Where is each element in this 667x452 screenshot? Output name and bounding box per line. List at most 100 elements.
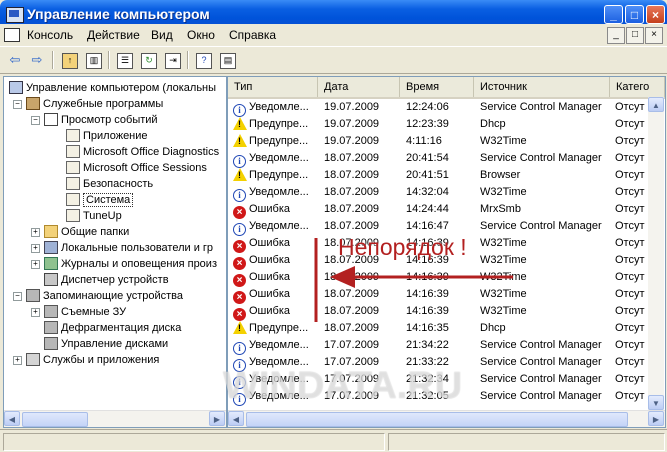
tree-item-mso-sessions[interactable]: Microsoft Office Sessions xyxy=(66,160,207,176)
menu-bar: Консоль Действие Вид Окно Справка _ □ × xyxy=(0,24,667,46)
mdi-restore-button[interactable]: □ xyxy=(626,27,644,44)
cell-type-label: Предупре... xyxy=(249,135,309,147)
cell-type-label: Предупре... xyxy=(249,118,309,130)
table-row[interactable]: ! Предупре... 19.07.2009 12:23:39 Dhcp Отсут xyxy=(228,116,648,133)
tree-item-mso-diagnostics[interactable]: Microsoft Office Diagnostics xyxy=(66,144,219,160)
tree-item-application[interactable]: Приложение xyxy=(66,128,148,144)
tree-item-security[interactable]: Безопасность xyxy=(66,176,153,192)
help-topics-icon[interactable]: ▤ xyxy=(220,53,236,69)
tree-item-defrag[interactable]: Дефрагментация диска xyxy=(44,320,181,336)
scroll-thumb[interactable] xyxy=(246,412,628,427)
toolbar: ⇦ ⇨ ↑ ▥ ☰ ↻ ⇥ ? ▤ xyxy=(0,46,667,74)
table-row[interactable]: × Ошибка 18.07.2009 14:16:39 W32Time Отсут xyxy=(228,286,648,304)
cell-category: Отсут xyxy=(615,271,645,283)
tree-item-removable[interactable]: Съемные ЗУ xyxy=(44,304,126,320)
cell-date: 18.07.2009 xyxy=(324,271,380,283)
tree-item-device-manager[interactable]: Диспетчер устройств xyxy=(44,272,169,288)
tree-item-storage[interactable]: Запоминающие устройства xyxy=(26,288,183,304)
maximize-button[interactable]: □ xyxy=(625,5,644,24)
table-row[interactable]: ! Предупре... 18.07.2009 14:16:35 Dhcp Отсут xyxy=(228,320,648,337)
cell-time: 20:41:54 xyxy=(406,152,449,164)
cell-type-label: Уведомле... xyxy=(249,339,309,351)
log-icon xyxy=(66,161,80,174)
table-row[interactable]: i Уведомле... 18.07.2009 14:32:04 W32Time Отс… xyxy=(228,184,648,202)
menu-action[interactable]: Действие xyxy=(87,28,140,42)
cell-time: 21:34:22 xyxy=(406,339,449,351)
mdi-close-button[interactable]: × xyxy=(645,27,663,44)
tree-item-disk-management[interactable]: Управление дисками xyxy=(44,336,168,352)
tree-item-service-tools[interactable]: Служебные программы xyxy=(26,96,163,112)
cell-source: MrxSmb xyxy=(480,203,521,215)
column-type[interactable]: Тип xyxy=(228,77,318,97)
tree-item-tuneup[interactable]: TuneUp xyxy=(66,208,122,224)
scroll-right-icon[interactable]: ▶ xyxy=(209,411,225,426)
column-time[interactable]: Время xyxy=(400,77,474,97)
column-date[interactable]: Дата xyxy=(318,77,400,97)
shared-folder-icon xyxy=(44,225,58,238)
show-hide-tree-icon[interactable]: ▥ xyxy=(86,53,102,69)
expand-icon[interactable]: + xyxy=(13,356,22,365)
warning-icon: ! xyxy=(233,134,247,147)
window-title: Управление компьютером xyxy=(27,6,210,22)
tree-root[interactable]: Управление компьютером (локальны xyxy=(9,80,216,96)
table-row[interactable]: i Уведомле... 19.07.2009 12:24:06 Service Co… xyxy=(228,99,648,117)
table-row[interactable]: i Уведомле... 18.07.2009 14:16:47 Service Co… xyxy=(228,218,648,236)
annotation-text: Непорядок ! xyxy=(338,234,467,260)
cell-date: 19.07.2009 xyxy=(324,101,380,113)
table-row[interactable]: ! Предупре... 18.07.2009 20:41:51 Browser Отс… xyxy=(228,167,648,184)
help-icon[interactable]: ? xyxy=(196,53,212,69)
tree-item-event-viewer[interactable]: Просмотр событий xyxy=(44,112,158,128)
table-row[interactable]: ! Предупре... 19.07.2009 4:11:16 W32Time Отсу… xyxy=(228,133,648,150)
properties-icon[interactable]: ☰ xyxy=(117,53,133,69)
table-row[interactable]: × Ошибка 18.07.2009 14:24:44 MrxSmb Отсут xyxy=(228,201,648,219)
tree-item-perf-logs[interactable]: Журналы и оповещения произ xyxy=(44,256,217,272)
table-row[interactable]: × Ошибка 18.07.2009 14:16:39 W32Time Отсут xyxy=(228,303,648,321)
forward-arrow-icon[interactable]: ⇨ xyxy=(28,51,46,69)
expand-icon[interactable]: + xyxy=(31,228,40,237)
scroll-up-icon[interactable]: ▲ xyxy=(648,97,664,112)
table-row[interactable]: i Уведомле... 18.07.2009 20:41:54 Service Co… xyxy=(228,150,648,168)
collapse-icon[interactable]: − xyxy=(31,116,40,125)
collapse-icon[interactable]: − xyxy=(13,292,22,301)
table-row[interactable]: i Уведомле... 17.07.2009 21:34:22 Service Co… xyxy=(228,337,648,355)
cell-source: Dhcp xyxy=(480,322,506,334)
cell-category: Отсут xyxy=(615,203,645,215)
back-arrow-icon[interactable]: ⇦ xyxy=(6,51,24,69)
tree-item-system[interactable]: Система xyxy=(66,192,134,208)
expand-icon[interactable]: + xyxy=(31,244,40,253)
collapse-icon[interactable]: − xyxy=(13,100,22,109)
expand-icon[interactable]: + xyxy=(31,260,40,269)
column-category[interactable]: Катего xyxy=(610,77,665,97)
tree-item-services-apps[interactable]: Службы и приложения xyxy=(26,352,159,368)
menu-help[interactable]: Справка xyxy=(229,28,276,42)
scroll-left-icon[interactable]: ◀ xyxy=(4,411,20,426)
cell-category: Отсут xyxy=(615,101,645,113)
export-list-icon[interactable]: ⇥ xyxy=(165,53,181,69)
minimize-button[interactable]: _ xyxy=(604,5,623,24)
menu-console[interactable]: Консоль xyxy=(27,28,73,42)
status-pane-secondary xyxy=(388,433,665,451)
refresh-icon[interactable]: ↻ xyxy=(141,53,157,69)
tree-item-shared-folders[interactable]: Общие папки xyxy=(44,224,129,240)
menu-window[interactable]: Окно xyxy=(187,28,215,42)
column-source[interactable]: Источник xyxy=(474,77,610,97)
menu-view[interactable]: Вид xyxy=(151,28,173,42)
scroll-left-icon[interactable]: ◀ xyxy=(228,411,244,426)
list-vertical-scrollbar[interactable]: ▲ ▼ xyxy=(648,97,664,411)
mdi-window-icon[interactable] xyxy=(4,28,20,42)
expand-icon[interactable]: + xyxy=(31,308,40,317)
mdi-minimize-button[interactable]: _ xyxy=(607,27,625,44)
close-button[interactable]: × xyxy=(646,5,665,24)
list-horizontal-scrollbar[interactable]: ◀ ▶ xyxy=(228,410,665,427)
cell-category: Отсут xyxy=(615,186,645,198)
up-folder-icon[interactable]: ↑ xyxy=(62,53,78,69)
tree-horizontal-scrollbar[interactable]: ◀ ▶ xyxy=(4,410,226,427)
table-row[interactable]: × Ошибка 18.07.2009 14:16:39 W32Time Отсут xyxy=(228,269,648,287)
cell-source: W32Time xyxy=(480,305,527,317)
storage-icon xyxy=(26,289,40,302)
scroll-down-icon[interactable]: ▼ xyxy=(648,395,664,410)
scroll-right-icon[interactable]: ▶ xyxy=(648,411,664,426)
tree-item-local-users[interactable]: Локальные пользователи и гр xyxy=(44,240,213,256)
cell-category: Отсут xyxy=(615,390,645,402)
scroll-thumb[interactable] xyxy=(22,412,88,427)
